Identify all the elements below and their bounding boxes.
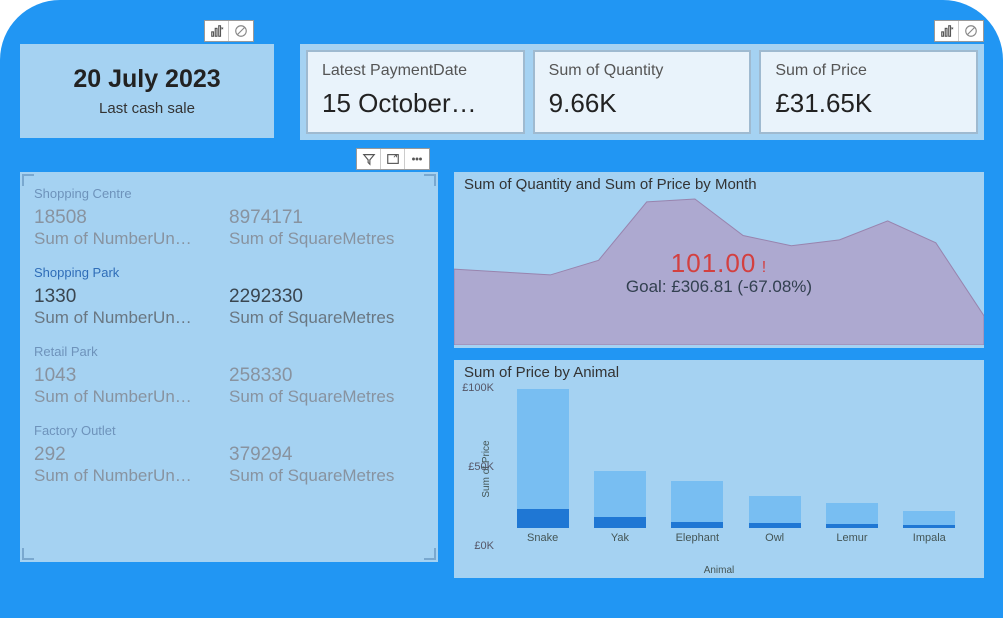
kpi-row: Latest PaymentDate 15 October… Sum of Qu… [300, 44, 984, 140]
drill-icon[interactable] [935, 21, 959, 41]
bar-snake[interactable]: Snake [508, 389, 578, 546]
kpi-label: Sum of Price [775, 62, 962, 80]
bar-owl[interactable]: Owl [740, 496, 810, 546]
x-axis-label: Animal [454, 565, 984, 576]
selection-corner [424, 174, 436, 186]
forbid-icon[interactable] [229, 21, 253, 41]
drill-icon[interactable] [205, 21, 229, 41]
value-label: Sum of SquareMetres [229, 466, 424, 486]
kpi-latest-paymentdate[interactable]: Latest PaymentDate 15 October… [306, 50, 525, 134]
multirow-card[interactable]: Shopping Centre18508Sum of NumberUn…8974… [20, 172, 438, 562]
kpi-value: £31.65K [775, 88, 962, 119]
report-canvas: 20 July 2023 Last cash sale Latest Payme… [0, 0, 1003, 618]
category-label: Impala [913, 532, 946, 546]
selection-corner [424, 548, 436, 560]
bar-impala[interactable]: Impala [894, 511, 964, 546]
kpi-goal: Goal: £306.81 (-67.08%) [454, 277, 984, 297]
kpi-label: Sum of Quantity [549, 62, 736, 80]
bar-plot: £0K£50K£100KSnakeYakElephantOwlLemurImpa… [498, 388, 974, 546]
focus-mode-icon[interactable] [381, 149, 405, 169]
value: 258330 [229, 365, 424, 387]
title-card-title: 20 July 2023 [73, 65, 220, 94]
value: 2292330 [229, 286, 424, 308]
viz-actions-titlecard [204, 20, 254, 42]
kpi-value: 15 October… [322, 88, 509, 119]
kpi-metric: 101.00 ! [454, 248, 984, 279]
multirow-section[interactable]: Retail Park 1043Sum of NumberUn…258330Sum… [34, 338, 424, 417]
chart-title: Sum of Price by Animal [454, 360, 984, 383]
value: 18508 [34, 207, 229, 229]
kpi-sum-quantity[interactable]: Sum of Quantity 9.66K [533, 50, 752, 134]
viz-actions-multirow [356, 148, 430, 170]
section-name: Shopping Park [34, 265, 424, 280]
category-label: Owl [765, 532, 784, 546]
multirow-section[interactable]: Shopping Park 1330Sum of NumberUn…2292330… [34, 259, 424, 338]
value-label: Sum of NumberUn… [34, 229, 229, 249]
selection-corner [22, 548, 34, 560]
category-label: Snake [527, 532, 558, 546]
kpi-value: 9.66K [549, 88, 736, 119]
kpi-overlay: 101.00 ! Goal: £306.81 (-67.08%) [454, 248, 984, 297]
title-card[interactable]: 20 July 2023 Last cash sale [20, 44, 274, 138]
y-tick: £100K [458, 382, 494, 394]
category-label: Lemur [836, 532, 867, 546]
kpi-sum-price[interactable]: Sum of Price £31.65K [759, 50, 978, 134]
section-name: Shopping Centre [34, 186, 424, 201]
filter-icon[interactable] [357, 149, 381, 169]
section-name: Factory Outlet [34, 423, 424, 438]
value-label: Sum of NumberUn… [34, 466, 229, 486]
bar-elephant[interactable]: Elephant [662, 481, 732, 546]
more-options-icon[interactable] [405, 149, 429, 169]
value-label: Sum of NumberUn… [34, 387, 229, 407]
forbid-icon[interactable] [959, 21, 983, 41]
area-chart[interactable]: Sum of Quantity and Sum of Price by Mont… [454, 172, 984, 348]
y-tick: £0K [458, 540, 494, 552]
section-name: Retail Park [34, 344, 424, 359]
bar-yak[interactable]: Yak [585, 471, 655, 546]
value-label: Sum of SquareMetres [229, 229, 424, 249]
chart-title: Sum of Quantity and Sum of Price by Mont… [454, 172, 984, 195]
value-label: Sum of SquareMetres [229, 387, 424, 407]
title-card-subtitle: Last cash sale [99, 100, 195, 117]
value-label: Sum of SquareMetres [229, 308, 424, 328]
value: 1330 [34, 286, 229, 308]
value: 1043 [34, 365, 229, 387]
value: 8974171 [229, 207, 424, 229]
selection-corner [22, 174, 34, 186]
value-label: Sum of NumberUn… [34, 308, 229, 328]
multirow-section[interactable]: Factory Outlet 292Sum of NumberUn…379294S… [34, 417, 424, 496]
kpi-label: Latest PaymentDate [322, 62, 509, 80]
category-label: Elephant [676, 532, 719, 546]
category-label: Yak [611, 532, 629, 546]
y-tick: £50K [458, 461, 494, 473]
value: 292 [34, 444, 229, 466]
value: 379294 [229, 444, 424, 466]
multirow-section[interactable]: Shopping Centre 18508Sum of NumberUn…8974… [34, 180, 424, 259]
viz-actions-kpirow [934, 20, 984, 42]
bar-lemur[interactable]: Lemur [817, 503, 887, 546]
bar-chart[interactable]: Sum of Price by Animal Sum of Price £0K£… [454, 360, 984, 578]
